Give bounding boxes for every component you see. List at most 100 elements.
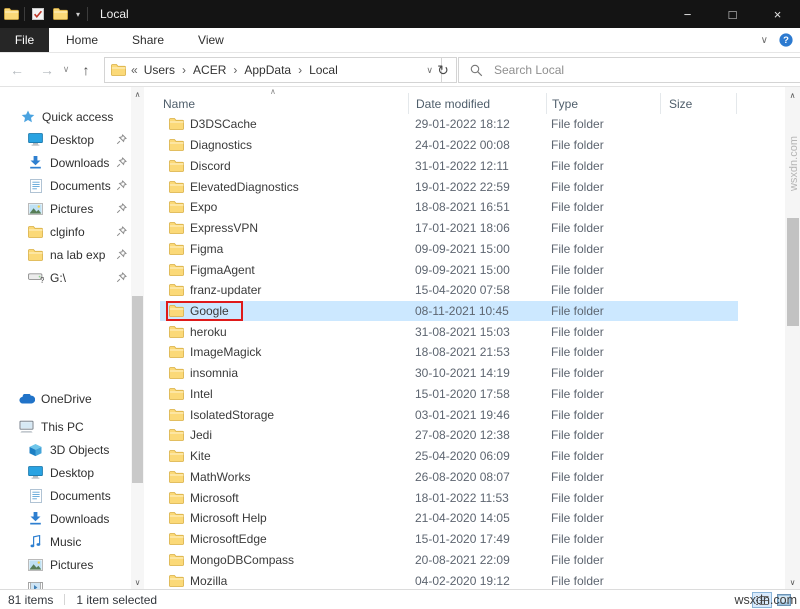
file-row[interactable]: MathWorks26-08-2020 08:07File folder — [160, 466, 738, 487]
file-row[interactable]: Microsoft18-01-2022 11:53File folder — [160, 487, 738, 508]
breadcrumb-users[interactable]: Users — [140, 63, 179, 77]
breadcrumb-acer[interactable]: ACER — [189, 63, 230, 77]
help-icon[interactable]: ? — [779, 33, 793, 47]
maximize-button[interactable]: □ — [710, 0, 755, 28]
file-row[interactable]: IsolatedStorage03-01-2021 19:46File fold… — [160, 404, 738, 425]
sidebar-item-desktop[interactable]: Desktop — [0, 128, 131, 151]
file-row[interactable]: Mozilla04-02-2020 19:12File folder — [160, 570, 738, 590]
file-row[interactable]: Intel15-01-2020 17:58File folder — [160, 384, 738, 405]
file-row[interactable]: D3DSCache29-01-2022 18:12File folder — [160, 114, 738, 135]
search-input[interactable] — [492, 62, 800, 78]
file-row[interactable]: Microsoft Help21-04-2020 14:05File folde… — [160, 508, 738, 529]
qat-newfolder-icon[interactable] — [49, 0, 71, 28]
sidebar-item-downloads[interactable]: Downloads — [0, 507, 131, 530]
scroll-up-icon[interactable]: ∧ — [131, 87, 144, 102]
file-row[interactable]: Figma09-09-2021 15:00File folder — [160, 238, 738, 259]
star-icon — [19, 110, 36, 123]
pictures-icon — [27, 203, 44, 215]
tab-home[interactable]: Home — [49, 28, 115, 52]
file-row[interactable]: MongoDBCompass20-08-2021 22:09File folde… — [160, 549, 738, 570]
sidebar-item-quick-access[interactable]: Quick access — [0, 105, 131, 128]
refresh-button[interactable]: ↻ — [430, 57, 457, 83]
up-button[interactable]: ↑ — [74, 53, 98, 86]
file-name-group: franz-updater — [166, 280, 275, 300]
scroll-down-icon[interactable]: ∨ — [131, 575, 144, 590]
column-header-type[interactable]: Type — [546, 93, 660, 114]
file-name-label: MongoDBCompass — [190, 553, 294, 567]
file-name-label: Kite — [190, 449, 211, 463]
tab-share[interactable]: Share — [115, 28, 181, 52]
search-box[interactable] — [458, 57, 800, 83]
file-row[interactable]: Expo18-08-2021 16:51File folder — [160, 197, 738, 218]
file-type: File folder — [551, 345, 604, 359]
pin-icon — [116, 272, 127, 283]
file-row[interactable]: Jedi27-08-2020 12:38File folder — [160, 425, 738, 446]
sidebar-item-pictures[interactable]: Pictures — [0, 553, 131, 576]
file-row[interactable]: Google08-11-2021 10:45File folder — [160, 301, 738, 322]
recent-locations-icon[interactable]: ∨ — [58, 53, 74, 86]
sidebar-item-3d-objects[interactable]: 3D Objects — [0, 438, 131, 461]
file-row[interactable]: Discord31-01-2022 12:11File folder — [160, 155, 738, 176]
breadcrumb-overflow[interactable]: « — [129, 63, 140, 77]
file-type: File folder — [551, 138, 604, 152]
sidebar-item-na-lab-exp[interactable]: na lab exp — [0, 243, 131, 266]
file-name-group: Kite — [166, 446, 225, 466]
ribbon-collapse-icon[interactable]: ∨ — [761, 35, 768, 46]
folder-icon — [169, 181, 184, 193]
breadcrumb-separator-icon: › — [179, 63, 189, 77]
sidebar-item-documents[interactable]: Documents — [0, 484, 131, 507]
file-row[interactable]: heroku31-08-2021 15:03File folder — [160, 321, 738, 342]
file-row[interactable]: ElevatedDiagnostics19-01-2022 22:59File … — [160, 176, 738, 197]
minimize-button[interactable]: − — [665, 0, 710, 28]
sidebar-item-label: clginfo — [50, 225, 85, 239]
file-name-label: Microsoft Help — [190, 511, 267, 525]
file-row[interactable]: Diagnostics24-01-2022 00:08File folder — [160, 135, 738, 156]
column-header-date-modified[interactable]: Date modified — [408, 93, 546, 114]
sidebar-item-label: Quick access — [42, 110, 113, 124]
sidebar-item-music[interactable]: Music — [0, 530, 131, 553]
scroll-up-icon[interactable]: ∧ — [785, 87, 800, 103]
annotation-box: Google — [166, 301, 243, 321]
sidebar-item-g[interactable]: ?G:\ — [0, 266, 131, 289]
column-header-size[interactable]: Size — [660, 93, 737, 114]
file-type: File folder — [551, 159, 604, 173]
column-header-name[interactable]: Name — [160, 93, 408, 114]
file-type: File folder — [551, 242, 604, 256]
back-button[interactable]: ← — [4, 53, 30, 86]
sidebar-item-desktop[interactable]: Desktop — [0, 461, 131, 484]
address-bar[interactable]: « Users › ACER › AppData › Local ∨ — [104, 57, 442, 83]
file-row[interactable]: Kite25-04-2020 06:09File folder — [160, 446, 738, 467]
scroll-down-icon[interactable]: ∨ — [785, 574, 800, 590]
file-type: File folder — [551, 491, 604, 505]
file-row[interactable]: ExpressVPN17-01-2021 18:06File folder — [160, 218, 738, 239]
tab-view[interactable]: View — [181, 28, 241, 52]
sidebar-item-clginfo[interactable]: clginfo — [0, 220, 131, 243]
file-date-modified: 03-01-2021 19:46 — [415, 408, 510, 422]
file-row[interactable]: FigmaAgent09-09-2021 15:00File folder — [160, 259, 738, 280]
sidebar-item-this-pc[interactable]: This PC — [0, 415, 131, 438]
file-row[interactable]: MicrosoftEdge15-01-2020 17:49File folder — [160, 529, 738, 550]
sidebar-scrollbar[interactable]: ∧ ∨ — [131, 87, 144, 590]
content-scrollbar-thumb[interactable] — [787, 218, 799, 326]
sidebar-item-documents[interactable]: Documents — [0, 174, 131, 197]
qat-properties-icon[interactable] — [27, 0, 49, 28]
file-row[interactable]: insomnia30-10-2021 14:19File folder — [160, 363, 738, 384]
sidebar-item-downloads[interactable]: Downloads — [0, 151, 131, 174]
tab-file[interactable]: File — [0, 28, 49, 52]
file-type: File folder — [551, 470, 604, 484]
breadcrumb-local[interactable]: Local — [305, 63, 342, 77]
sidebar-scrollbar-thumb[interactable] — [132, 296, 143, 483]
file-row[interactable]: franz-updater15-04-2020 07:58File folder — [160, 280, 738, 301]
qat-dropdown-icon[interactable]: ▾ — [71, 10, 85, 19]
address-toolbar: ← → ∨ ↑ « Users › ACER › AppData › Local… — [0, 53, 800, 87]
file-name-group: heroku — [166, 322, 241, 342]
close-button[interactable]: × — [755, 0, 800, 28]
forward-button[interactable]: → — [34, 53, 60, 86]
download-icon — [27, 156, 44, 169]
sidebar-item-pictures[interactable]: Pictures — [0, 197, 131, 220]
sidebar-item-onedrive[interactable]: OneDrive — [0, 387, 131, 410]
file-row[interactable]: ImageMagick18-08-2021 21:53File folder — [160, 342, 738, 363]
sidebar-item-label: Documents — [50, 489, 111, 503]
breadcrumb-appdata[interactable]: AppData — [240, 63, 295, 77]
sidebar-item-videos[interactable] — [0, 576, 131, 590]
